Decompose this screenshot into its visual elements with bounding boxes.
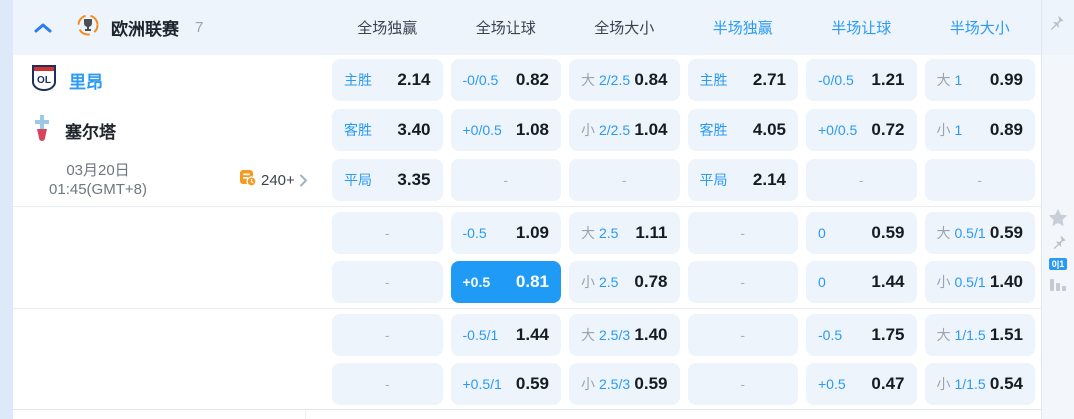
main-odds-section: OL 里昂 主胜 2.14 -0/0.5 0.82 大 2/2.5 0.84 主胜 2.71 -0…	[13, 55, 1041, 206]
home-team-row[interactable]: OL 里昂	[19, 59, 324, 101]
odds-cell-empty[interactable]: -	[687, 261, 798, 303]
odds-cell[interactable]: 小 2/2.5 1.04	[569, 109, 680, 151]
main-panel: 欧洲联赛 7 全场独赢 全场让球 全场大小 半场独赢 半场让球 半场大小 OL	[13, 0, 1041, 419]
odds-cell[interactable]: 平局 3.35	[332, 159, 443, 201]
left-edge-strip	[0, 0, 13, 419]
more-markets-link[interactable]: 240+	[239, 169, 308, 192]
odds-cell[interactable]: +0.5 0.81	[450, 261, 561, 303]
odds-cell[interactable]: -0.5/1 1.44	[450, 314, 561, 356]
odds-cell[interactable]: 大 2.5/3 1.40	[569, 314, 680, 356]
odds-cell[interactable]: -0.5 1.75	[806, 314, 917, 356]
stats-bars-icon[interactable]	[1050, 277, 1066, 291]
column-header-ht-1x2: 半场独赢	[712, 20, 773, 37]
odds-cell-empty[interactable]: -	[332, 261, 443, 303]
odds-cell[interactable]: 大 1 0.99	[924, 59, 1035, 101]
markets-icon	[239, 169, 257, 192]
league-match-count: 7	[195, 19, 204, 36]
column-header-ft-handicap: 全场让球	[475, 20, 536, 37]
odds-cell-empty[interactable]: -	[569, 159, 680, 201]
chevron-right-icon	[299, 174, 307, 186]
pin-icon[interactable]	[1070, 14, 1074, 32]
odds-cell[interactable]: 0 0.59	[806, 212, 917, 254]
odds-cell-empty[interactable]: -	[450, 159, 561, 201]
odds-cell[interactable]: 小 2.5/3 0.59	[569, 363, 680, 405]
odds-cell[interactable]: 小 1 0.89	[924, 109, 1035, 151]
odds-cell[interactable]: 主胜 2.14	[332, 59, 443, 101]
match-date: 03月20日	[66, 162, 130, 179]
europa-league-trophy-icon	[77, 14, 99, 41]
odds-cell-empty[interactable]: -	[332, 363, 443, 405]
league-header: 欧洲联赛 7 全场独赢 全场让球 全场大小 半场独赢 半场让球 半场大小	[13, 0, 1041, 55]
odds-cell[interactable]: -0/0.5 0.82	[450, 59, 561, 101]
column-header-ft-ou: 全场大小	[594, 20, 655, 37]
odds-cell[interactable]: +0.5/1 0.59	[450, 363, 561, 405]
odds-cell[interactable]: 0 1.44	[806, 261, 917, 303]
odds-cell[interactable]: +0.5 0.47	[806, 363, 917, 405]
column-header-ht-ou: 半场大小	[949, 20, 1010, 37]
odds-panel: 欧洲联赛 7 全场独赢 全场让球 全场大小 半场独赢 半场让球 半场大小 OL	[0, 0, 1074, 419]
match-meta-row: 03月20日 01:45(GMT+8) 240+	[19, 159, 324, 201]
pin-icon[interactable]	[1047, 14, 1065, 32]
alt-odds-section-2: - -0.5/1 1.44 大 2.5/3 1.40- -0.5 1.75 大 1/1.5 1.51…	[13, 309, 1041, 410]
away-team-logo	[31, 114, 53, 147]
odds-cell-empty[interactable]: -	[687, 363, 798, 405]
collapse-chevron-up-icon[interactable]	[31, 16, 55, 40]
rail-header	[1042, 0, 1074, 55]
odds-cell-empty[interactable]: -	[924, 159, 1035, 201]
home-team-name: 里昂	[69, 72, 103, 92]
odds-cell[interactable]: 小 2.5 0.78	[569, 261, 680, 303]
away-team-name: 塞尔塔	[65, 122, 116, 142]
odds-cell[interactable]: -0/0.5 1.21	[806, 59, 917, 101]
odds-cell[interactable]: 平局 2.14	[687, 159, 798, 201]
odds-cell[interactable]: +0/0.5 0.72	[806, 109, 917, 151]
league-header-left: 欧洲联赛 7	[19, 14, 324, 41]
svg-text:OL: OL	[37, 75, 51, 86]
away-team-row[interactable]: 塞尔塔	[19, 109, 324, 151]
odds-cell-empty[interactable]: -	[687, 212, 798, 254]
odds-cell-empty[interactable]: -	[687, 314, 798, 356]
odds-cell[interactable]: -0.5 1.09	[450, 212, 561, 254]
odds-cell[interactable]: 小 0.5/1 1.40	[924, 261, 1035, 303]
odds-cell[interactable]: 大 1/1.5 1.51	[924, 314, 1035, 356]
odds-cell-empty[interactable]: -	[332, 314, 443, 356]
next-row-sliver	[13, 409, 1041, 419]
odds-cell[interactable]: 客胜 3.40	[332, 109, 443, 151]
match-datetime: 03月20日 01:45(GMT+8)	[23, 161, 173, 199]
column-header-ht-handicap: 半场让球	[831, 20, 892, 37]
odds-cell[interactable]: 主胜 2.71	[687, 59, 798, 101]
odds-cell[interactable]: 客胜 4.05	[687, 109, 798, 151]
match-time: 01:45(GMT+8)	[49, 181, 147, 198]
more-markets-count: 240+	[261, 171, 295, 189]
league-title: 欧洲联赛	[111, 20, 179, 39]
odds-cell[interactable]: 大 0.5/1 0.59	[924, 212, 1035, 254]
favorite-star-icon[interactable]	[1048, 208, 1068, 227]
odds-cell[interactable]: 大 2.5 1.11	[569, 212, 680, 254]
odds-cell-empty[interactable]: -	[806, 159, 917, 201]
column-header-ft-1x2: 全场独赢	[357, 20, 418, 37]
odds-cell[interactable]: 小 1/1.5 0.54	[924, 363, 1035, 405]
odds-cell-empty[interactable]: -	[332, 212, 443, 254]
right-action-rail: 0|1	[1041, 0, 1074, 419]
score-badge[interactable]: 0|1	[1048, 258, 1068, 270]
home-team-logo: OL	[31, 64, 57, 97]
pin-icon[interactable]	[1050, 234, 1067, 251]
odds-cell[interactable]: 大 2/2.5 0.84	[569, 59, 680, 101]
alt-odds-section-1: - -0.5 1.09 大 2.5 1.11-0 0.59 大 0.5/1 0.59 - +0.5 0…	[13, 207, 1041, 308]
odds-cell[interactable]: +0/0.5 1.08	[450, 109, 561, 151]
